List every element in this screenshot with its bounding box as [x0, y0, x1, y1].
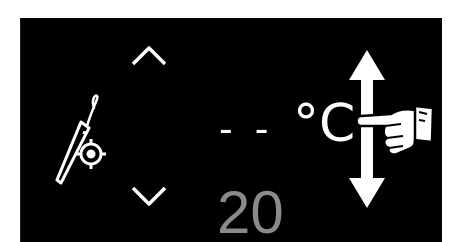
chevron-up-icon [131, 46, 167, 66]
target-temperature-value[interactable]: 20 [217, 183, 284, 242]
meat-probe-icon [55, 94, 106, 185]
temperature-unit-label: °C [293, 94, 356, 154]
chevron-down-icon [131, 186, 167, 206]
appliance-frame: - - °C 20 [0, 0, 463, 242]
decrease-temperature-button[interactable] [129, 184, 169, 210]
increase-temperature-button[interactable] [129, 42, 169, 68]
swipe-hand-icon [355, 104, 435, 156]
current-temperature-readout: - - [219, 107, 274, 151]
control-display: - - °C 20 [20, 18, 442, 242]
